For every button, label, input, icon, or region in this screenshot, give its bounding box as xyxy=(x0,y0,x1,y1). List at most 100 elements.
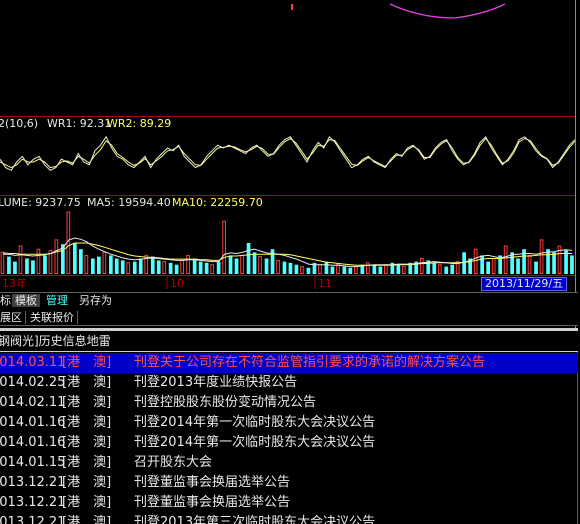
volume-bar xyxy=(216,261,221,274)
volume-bar xyxy=(264,258,269,274)
news-date: 2014.03.11 xyxy=(0,355,66,370)
volume-bar xyxy=(43,255,47,274)
news-date: 2013.12.21 xyxy=(0,495,66,510)
news-source: [港 澳] xyxy=(62,495,112,510)
volume-bar xyxy=(102,251,107,274)
volume-bar xyxy=(25,258,29,274)
news-row[interactable]: 2014.02.25[港 澳] 刊登2013年度业绩快报公告 xyxy=(0,373,578,393)
news-source: [港 澳] xyxy=(62,435,112,450)
volume-bar xyxy=(419,258,424,274)
tab-save-as[interactable]: 另存为 xyxy=(76,294,115,307)
volume-bar xyxy=(324,261,329,274)
volume-bar xyxy=(222,220,227,274)
news-source: [港 澳] xyxy=(62,395,112,410)
volume-bar xyxy=(437,264,442,274)
volume-bar xyxy=(539,239,544,274)
news-row[interactable]: 2014.01.16[港 澳] 刊登2014年第一次临时股东大会决议公告 xyxy=(0,413,578,433)
volume-bar xyxy=(552,252,556,274)
volume-bar xyxy=(31,260,35,274)
news-date: 2013.12.21 xyxy=(0,475,66,490)
volume-bar xyxy=(294,264,299,274)
news-header-underline xyxy=(0,351,578,352)
news-title: 刊登2013年第三次临时股东大会决议公告 xyxy=(134,515,376,524)
volume-bar xyxy=(252,252,257,274)
volume-bar xyxy=(138,258,143,274)
news-source: [港 澳] xyxy=(62,375,112,390)
volume-bar xyxy=(276,259,280,274)
volume-bar xyxy=(7,256,11,274)
news-row[interactable]: 2014.01.16[港 澳] 刊登2014年第一次临时股东大会决议公告 xyxy=(0,433,578,453)
volume-bar xyxy=(432,262,437,274)
volume-bar xyxy=(120,260,125,274)
volume-bar xyxy=(240,254,244,274)
news-header: 钢阀光]历史信息地雷 xyxy=(0,334,111,348)
volume-bar xyxy=(132,261,137,274)
volume-bar xyxy=(13,261,17,274)
volume-bar xyxy=(36,248,41,274)
volume-bar xyxy=(354,266,358,274)
wr2-label: WR2: 89.29 xyxy=(107,117,172,130)
news-row[interactable]: 2014.01.15[港 澳] 召开股东大会 xyxy=(0,453,578,473)
volume-bar xyxy=(570,255,574,274)
news-date: 2014.01.15 xyxy=(0,455,66,470)
tab-exhibit[interactable]: 展区 xyxy=(0,311,26,324)
volume-bar xyxy=(318,264,322,274)
volume-bar xyxy=(186,254,191,274)
news-title: 刊登关于公司存在不符合监管指引要求的承诺的解决方案公告 xyxy=(134,355,486,370)
news-source: [港 澳] xyxy=(62,515,112,524)
volume-bar xyxy=(473,248,478,274)
ma5-label: MA5: 19594.40 xyxy=(87,196,171,209)
news-title: 刊登董监事会换届选举公告 xyxy=(134,495,291,510)
volume-bar xyxy=(288,262,293,274)
news-row[interactable]: 2013.12.21[港 澳] 刊登董监事会换届选举公告 xyxy=(0,493,578,513)
volume-bar xyxy=(258,256,262,274)
news-row[interactable]: 2014.02.11[港 澳] 刊登控股股东股份变动情况公告 xyxy=(0,393,578,413)
volume-bar xyxy=(306,267,311,274)
volume-bar xyxy=(516,258,520,274)
ma10-label: MA10: 22259.70 xyxy=(172,196,263,209)
volume-bar xyxy=(527,254,532,274)
volume-bar xyxy=(180,259,185,274)
volume-bar xyxy=(401,266,406,274)
news-row[interactable]: 2014.03.11[港 澳] 刊登关于公司存在不符合监管指引要求的承诺的解决方案… xyxy=(0,353,578,373)
news-row[interactable]: 2013.12.21[港 澳] 刊登2013年第三次临时股东大会决议公告 xyxy=(0,513,578,524)
volume-bar xyxy=(0,251,5,274)
volume-bar xyxy=(84,254,89,274)
volume-bar xyxy=(114,258,119,274)
volume-bar xyxy=(79,249,83,274)
volume-bar xyxy=(192,258,197,274)
volume-bar xyxy=(54,239,59,274)
news-list: 2014.03.11[港 澳]刊登关于公司存在不符合监管指引要求的承诺的解决方案… xyxy=(0,353,578,524)
wr-label: 2(10,6) xyxy=(0,117,39,130)
axis-date-highlight: 2013/11/29/五 xyxy=(481,277,568,291)
news-title: 刊登控股股东股份变动情况公告 xyxy=(134,395,317,410)
volume-bar xyxy=(384,264,388,274)
news-date: 2014.01.16 xyxy=(0,415,66,430)
news-title: 刊登董监事会换届选举公告 xyxy=(134,475,291,490)
volume-bar xyxy=(156,260,161,274)
news-date: 2014.01.16 xyxy=(0,435,66,450)
news-title: 刊登2014年第一次临时股东大会决议公告 xyxy=(134,435,376,450)
right-border xyxy=(575,0,576,330)
volume-bar xyxy=(150,256,155,274)
news-source: [港 澳] xyxy=(62,355,112,370)
news-row[interactable]: 2013.12.21[港 澳] 刊登董监事会换届选举公告 xyxy=(0,473,578,493)
volume-bar xyxy=(126,262,131,274)
tab-related-quotes[interactable]: 关联报价 xyxy=(27,311,78,324)
volume-bar xyxy=(282,261,287,274)
volume-bar xyxy=(534,261,538,274)
volume-bar xyxy=(168,262,173,274)
tab-manage[interactable]: 管理 xyxy=(43,294,71,307)
volume-bar xyxy=(462,252,466,274)
volume-bar xyxy=(246,243,251,274)
news-title: 召开股东大会 xyxy=(134,455,213,470)
volume-bar xyxy=(97,256,101,274)
volume-bar xyxy=(109,255,113,274)
volume-bar xyxy=(330,266,335,274)
axis-label-year: 13年 xyxy=(2,277,27,290)
volume-chart xyxy=(0,211,574,274)
volume-bar xyxy=(480,255,484,274)
news-date: 2013.12.21 xyxy=(0,515,66,524)
tab-template[interactable]: 模板 xyxy=(12,294,40,307)
news-source: [港 澳] xyxy=(62,415,112,430)
